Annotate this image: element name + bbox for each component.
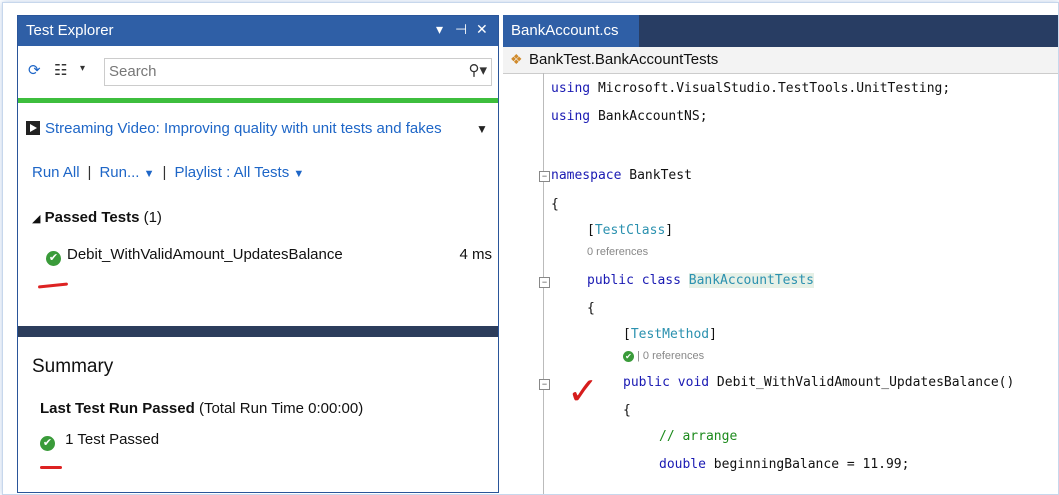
passed-count: 1 Test Passed (65, 431, 160, 448)
run-links: Run All | Run... ▼ | Playlist : All Tests ▼ (32, 164, 304, 181)
passed-check-icon: ✔ (46, 251, 61, 266)
test-explorer-pane: Test Explorer ▾ ⊣ ✕ ⟳ ☷ ▾ Search ⚲▾ Stre… (17, 15, 499, 493)
last-run-line: Last Test Run Passed (Total Run Time 0:0… (40, 400, 363, 417)
playlist-link[interactable]: Playlist : All Tests (174, 164, 289, 181)
code-line: { (551, 197, 559, 212)
run-dropdown-icon[interactable]: ▼ (144, 168, 155, 180)
video-link-text[interactable]: Streaming Video: Improving quality with … (45, 120, 442, 137)
fold-toggle-icon[interactable]: − (539, 171, 550, 182)
pane-divider[interactable] (18, 326, 498, 337)
code-line: namespace BankTest (551, 168, 692, 183)
code-line: [TestMethod] (623, 327, 717, 342)
class-icon: ❖ (510, 51, 523, 67)
nav-class-label: BankTest.BankAccountTests (529, 51, 719, 68)
group-by-dropdown-icon[interactable]: ▾ (80, 63, 85, 74)
code-line: public class BankAccountTests (587, 273, 814, 288)
fold-toggle-icon[interactable]: − (539, 379, 550, 390)
code-line: { (587, 301, 595, 316)
group-by-icon[interactable]: ☷ (54, 61, 67, 79)
code-line: using BankAccountNS; (551, 109, 708, 124)
run-all-link[interactable]: Run All (32, 164, 80, 181)
group-count: (1) (143, 209, 162, 226)
code-comment: // arrange (659, 429, 738, 444)
search-box[interactable]: Search ⚲▾ (104, 58, 492, 86)
test-duration: 4 ms (459, 246, 492, 263)
test-explorer-title: Test Explorer (26, 22, 114, 39)
close-icon[interactable]: ✕ (476, 21, 488, 38)
code-area[interactable]: using Microsoft.VisualStudio.TestTools.U… (503, 73, 1058, 494)
summary-title: Summary (32, 356, 114, 377)
window-dropdown-icon[interactable]: ▾ (436, 21, 443, 38)
test-explorer-title-bar: Test Explorer ▾ ⊣ ✕ (18, 16, 498, 46)
red-annotation-mark (40, 466, 62, 469)
playlist-dropdown-icon[interactable]: ▼ (293, 168, 304, 180)
tab-bankaccount-cs[interactable]: BankAccount.cs (503, 15, 639, 47)
method-references-codelens[interactable]: ✔ | 0 references (623, 350, 704, 362)
tab-label: BankAccount.cs (511, 22, 619, 39)
class-references-codelens[interactable]: 0 references (587, 246, 648, 258)
video-expand-icon[interactable]: ▼ (476, 122, 488, 136)
passed-tests-group[interactable]: ◢ Passed Tests (1) (32, 209, 162, 226)
group-label: Passed Tests (44, 209, 140, 226)
video-icon (26, 121, 40, 135)
code-line: using Microsoft.VisualStudio.TestTools.U… (551, 81, 951, 96)
passed-check-icon: ✔ (40, 436, 55, 451)
code-line: { (623, 403, 631, 418)
code-line: public void Debit_WithValidAmount_Update… (623, 375, 1015, 390)
search-icon[interactable]: ⚲▾ (468, 61, 487, 79)
run-link[interactable]: Run... (99, 164, 139, 181)
separator: | (87, 164, 92, 181)
red-checkmark-annotation: ✓ (567, 369, 599, 413)
test-passed-icon: ✔ (623, 351, 634, 362)
refresh-icon[interactable]: ⟳ (28, 61, 41, 79)
red-annotation-mark (37, 282, 69, 289)
screenshot-frame: Test Explorer ▾ ⊣ ✕ ⟳ ☷ ▾ Search ⚲▾ Stre… (2, 2, 1059, 495)
streaming-video-link[interactable]: Streaming Video: Improving quality with … (26, 120, 442, 137)
code-editor: BankAccount.cs ❖ BankTest.BankAccountTes… (503, 15, 1058, 494)
test-name: Debit_WithValidAmount_UpdatesBalance (67, 246, 343, 263)
editor-tab-bar: BankAccount.cs (503, 15, 1058, 47)
code-line: double beginningBalance = 11.99; (659, 457, 910, 472)
test-progress-bar (18, 98, 498, 103)
total-run-time: (Total Run Time 0:00:00) (198, 400, 364, 417)
separator: | (162, 164, 167, 181)
passed-count-line: ✔ 1 Test Passed (40, 431, 159, 451)
fold-toggle-icon[interactable]: − (539, 277, 550, 288)
search-input[interactable]: Search (109, 63, 157, 80)
code-line: [TestClass] (587, 223, 674, 238)
navigation-bar[interactable]: ❖ BankTest.BankAccountTests (503, 47, 1058, 74)
test-row[interactable]: ✔ Debit_WithValidAmount_UpdatesBalance 4 … (46, 246, 492, 268)
test-explorer-toolbar: ⟳ ☷ ▾ Search ⚲▾ (18, 46, 498, 98)
pin-icon[interactable]: ⊣ (455, 21, 467, 38)
collapse-icon[interactable]: ◢ (32, 213, 40, 225)
last-run-status: Last Test Run Passed (40, 400, 195, 417)
